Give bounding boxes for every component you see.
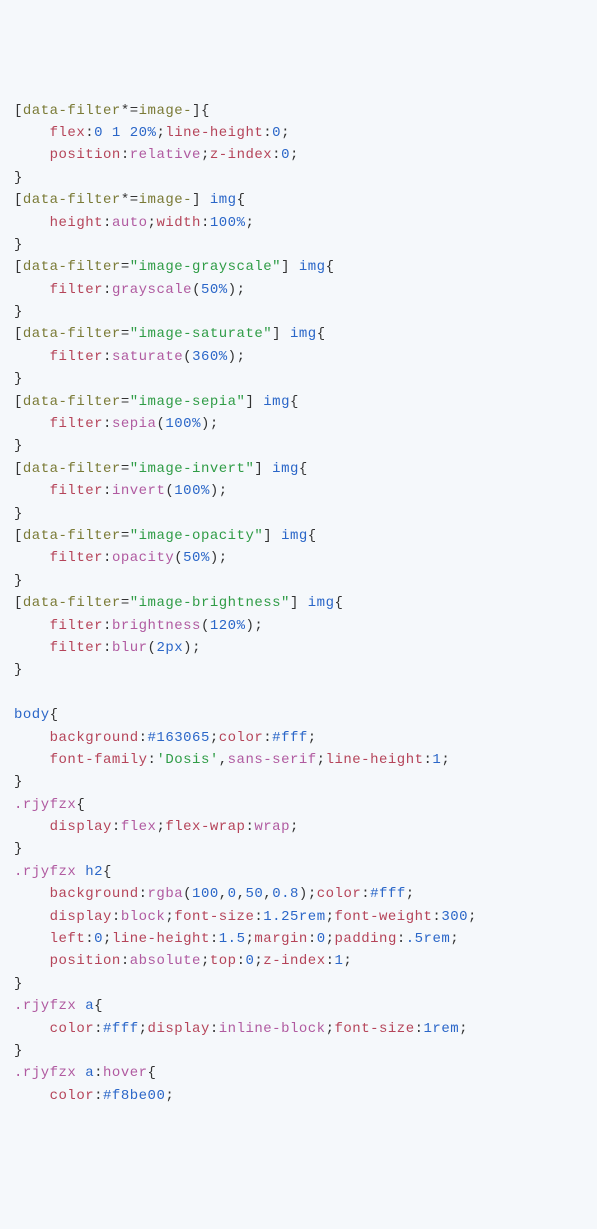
code-line: display:block;font-size:1.25rem;font-wei…	[14, 906, 583, 928]
code-line: [data-filter*=image-] img{	[14, 189, 583, 211]
code-line: [data-filter="image-saturate"] img{	[14, 323, 583, 345]
code-line: }	[14, 570, 583, 592]
code-line: }	[14, 973, 583, 995]
code-line: filter:brightness(120%);	[14, 615, 583, 637]
code-line: left:0;line-height:1.5;margin:0;padding:…	[14, 928, 583, 950]
code-line: height:auto;width:100%;	[14, 212, 583, 234]
code-line: filter:blur(2px);	[14, 637, 583, 659]
code-line: [data-filter="image-sepia"] img{	[14, 391, 583, 413]
code-line: flex:0 1 20%;line-height:0;	[14, 122, 583, 144]
code-block: [data-filter*=image-]{ flex:0 1 20%;line…	[14, 100, 583, 1108]
code-line: filter:invert(100%);	[14, 480, 583, 502]
code-line: }	[14, 435, 583, 457]
code-line: filter:sepia(100%);	[14, 413, 583, 435]
code-line: [data-filter="image-grayscale"] img{	[14, 256, 583, 278]
code-line: }	[14, 503, 583, 525]
code-line: color:#fff;display:inline-block;font-siz…	[14, 1018, 583, 1040]
code-line: position:absolute;top:0;z-index:1;	[14, 950, 583, 972]
code-line: .rjyfzx a:hover{	[14, 1062, 583, 1084]
code-line: filter:opacity(50%);	[14, 547, 583, 569]
code-line: }	[14, 771, 583, 793]
code-line: background:#163065;color:#fff;	[14, 727, 583, 749]
code-line: }	[14, 301, 583, 323]
code-line: }	[14, 1040, 583, 1062]
code-line: [data-filter="image-opacity"] img{	[14, 525, 583, 547]
code-line: }	[14, 167, 583, 189]
code-line: filter:grayscale(50%);	[14, 279, 583, 301]
code-line: }	[14, 838, 583, 860]
code-line: .rjyfzx{	[14, 794, 583, 816]
code-line: }	[14, 368, 583, 390]
code-line: }	[14, 659, 583, 681]
code-line: display:flex;flex-wrap:wrap;	[14, 816, 583, 838]
code-line: body{	[14, 704, 583, 726]
code-line: .rjyfzx a{	[14, 995, 583, 1017]
code-line: .rjyfzx h2{	[14, 861, 583, 883]
code-line: filter:saturate(360%);	[14, 346, 583, 368]
code-line	[14, 682, 583, 704]
code-line: font-family:'Dosis',sans-serif;line-heig…	[14, 749, 583, 771]
code-line: }	[14, 234, 583, 256]
code-line: background:rgba(100,0,50,0.8);color:#fff…	[14, 883, 583, 905]
code-line: [data-filter="image-invert"] img{	[14, 458, 583, 480]
code-line: [data-filter*=image-]{	[14, 100, 583, 122]
code-line: position:relative;z-index:0;	[14, 144, 583, 166]
code-line: color:#f8be00;	[14, 1085, 583, 1107]
code-line: [data-filter="image-brightness"] img{	[14, 592, 583, 614]
